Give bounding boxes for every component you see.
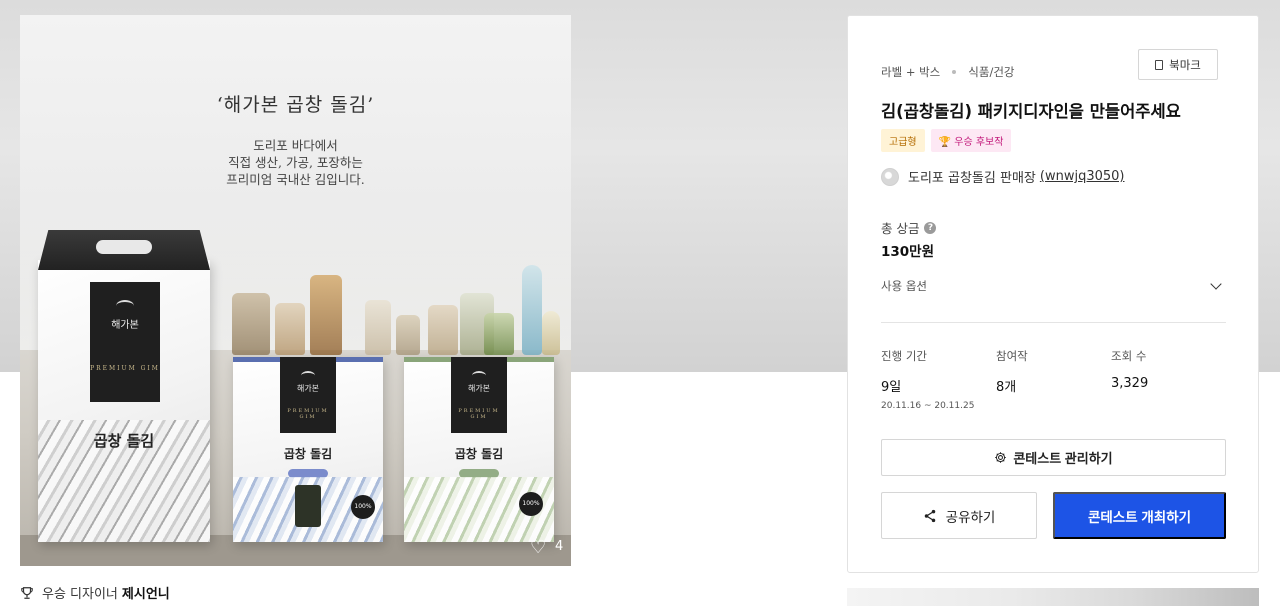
tag-premium: 고급형 xyxy=(881,129,925,152)
brand-logo-text: 해가본 xyxy=(111,320,139,331)
kim-bag-green: 해가본 PREMIUM GIM 곱창 돌김 100% xyxy=(404,357,554,542)
contest-title: 김(곱창돌김) 패키지디자인을 만들어주세요 xyxy=(881,102,1181,121)
quality-badge: 100% xyxy=(351,495,375,519)
premium-label: PREMIUM GIM xyxy=(287,408,329,420)
stat-label: 조회 수 xyxy=(1111,349,1147,363)
stat-value: 3,329 xyxy=(1111,376,1149,391)
winner-label: 우승 디자이너 xyxy=(42,587,118,602)
like-heart-icon[interactable]: ♡ xyxy=(530,537,546,558)
box-product-name: 곱창 돌김 xyxy=(93,432,155,450)
tag-winner-candidate: 🏆 우승 후보작 xyxy=(930,129,1012,152)
quality-badge: 100% xyxy=(519,492,543,516)
avatar xyxy=(881,167,899,186)
stat-date-range: 20.11.16 ~ 20.11.25 xyxy=(881,401,975,411)
bag-label: 해가본 PREMIUM GIM xyxy=(280,357,336,433)
gear-icon xyxy=(995,452,1007,463)
stat-value: 8개 xyxy=(996,380,1017,395)
gift-box-package: 해가본 PREMIUM GIM 곱창 돌김 xyxy=(38,230,210,542)
winner-designer: 우승 디자이너 제시언니 xyxy=(20,583,170,602)
like-count: 4 xyxy=(555,539,564,554)
brand-logo-text: 해가본 xyxy=(296,384,320,393)
jar-decor xyxy=(484,313,514,355)
host-label: 콘테스트 개최하기 xyxy=(1087,509,1192,525)
category-secondary[interactable]: 식품/건강 xyxy=(968,64,1014,80)
bottle-decor xyxy=(542,311,560,355)
jar-decor xyxy=(310,275,342,355)
gift-box-handle xyxy=(96,240,152,254)
prize-value: 130만원 xyxy=(881,244,935,260)
manage-contest-button[interactable]: 콘테스트 관리하기 xyxy=(881,439,1226,476)
brand-logo-text: 해가본 xyxy=(467,384,491,393)
jar-decor xyxy=(365,300,391,355)
kim-bag-blue: 해가본 PREMIUM GIM 곱창 돌김 100% xyxy=(233,357,383,542)
bookmark-icon xyxy=(1155,59,1164,70)
contest-main-image[interactable]: ‘해가본 곱창 돌김’ 도리포 바다에서 직접 생산, 가공, 포장하는 프리미… xyxy=(20,15,571,566)
category-breadcrumb: 라벨 + 박스 식품/건강 xyxy=(881,64,1014,80)
leaf-logo-icon xyxy=(301,371,315,380)
contest-info-panel: 라벨 + 박스 식품/건강 북마크 김(곱창돌김) 패키지디자인을 만들어주세요… xyxy=(847,15,1259,573)
share-icon xyxy=(924,509,935,522)
stat-duration: 진행 기간 9일 20.11.16 ~ 20.11.25 xyxy=(881,348,996,411)
owner-name: 도리포 곱창돌김 판매장 xyxy=(908,171,1036,186)
contest-owner: 도리포 곱창돌김 판매장 (wnwjq3050) xyxy=(881,167,1124,186)
winner-name[interactable]: 제시언니 xyxy=(122,583,170,602)
leaf-logo-icon xyxy=(116,300,134,312)
premium-label: PREMIUM GIM xyxy=(458,408,500,420)
stat-label: 진행 기간 xyxy=(881,349,927,363)
help-icon[interactable]: ? xyxy=(924,221,937,234)
stat-entries: 참여작 8개 xyxy=(996,348,1111,411)
box-label: 해가본 PREMIUM GIM xyxy=(90,282,160,402)
options-toggle[interactable]: 사용 옵션 xyxy=(881,278,1226,294)
jar-decor xyxy=(428,305,458,355)
owner-handle-link[interactable]: (wnwjq3050) xyxy=(1040,169,1125,184)
bookmark-button[interactable]: 북마크 xyxy=(1138,49,1218,80)
breadcrumb-separator xyxy=(952,70,957,74)
share-label: 공유하기 xyxy=(945,509,996,525)
chevron-down-icon xyxy=(1210,278,1222,290)
image-description: 도리포 바다에서 직접 생산, 가공, 포장하는 프리미엄 국내산 김입니다. xyxy=(226,138,365,187)
premium-label: PREMIUM GIM xyxy=(90,365,160,372)
stat-views: 조회 수 3,329 xyxy=(1111,348,1226,411)
prize-label: 총 상금 ? xyxy=(881,218,937,237)
divider xyxy=(881,322,1226,323)
related-thumbnail-peek[interactable] xyxy=(847,588,1259,606)
seaweed-window xyxy=(295,485,321,527)
host-contest-button[interactable]: 콘테스트 개최하기 xyxy=(1053,492,1226,539)
share-button[interactable]: 공유하기 xyxy=(881,492,1037,539)
bag-product-name: 곱창 돌김 xyxy=(454,447,504,461)
jar-decor xyxy=(396,315,420,355)
trophy-icon xyxy=(21,586,33,599)
contest-tags: 고급형 🏆 우승 후보작 xyxy=(881,129,1012,152)
options-label: 사용 옵션 xyxy=(881,279,927,293)
stat-value: 9일 xyxy=(881,380,902,395)
category-primary[interactable]: 라벨 + 박스 xyxy=(881,64,940,80)
bookmark-label: 북마크 xyxy=(1169,57,1201,72)
bottle-decor xyxy=(522,265,542,355)
leaf-logo-icon xyxy=(472,371,486,380)
jar-decor xyxy=(232,293,270,355)
image-headline: ‘해가본 곱창 돌김’ xyxy=(216,94,375,116)
bag-product-name: 곱창 돌김 xyxy=(283,447,333,461)
stat-label: 참여작 xyxy=(996,349,1028,363)
manage-label: 콘테스트 관리하기 xyxy=(1013,451,1113,466)
contest-stats: 진행 기간 9일 20.11.16 ~ 20.11.25 참여작 8개 조회 수… xyxy=(881,348,1226,411)
jar-decor xyxy=(275,303,305,355)
bag-label: 해가본 PREMIUM GIM xyxy=(451,357,507,433)
